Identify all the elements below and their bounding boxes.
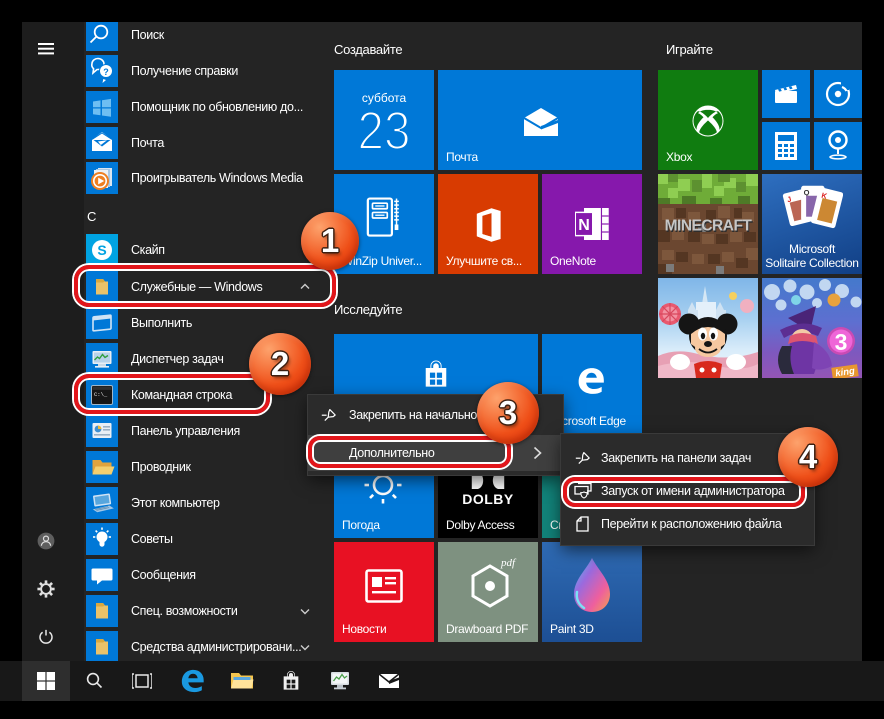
svg-text:king: king (835, 366, 856, 378)
svg-text:S: S (97, 242, 106, 258)
svg-text:3: 3 (835, 329, 848, 355)
svg-text:?: ? (103, 67, 109, 77)
svg-text:Q: Q (804, 188, 810, 197)
svg-text:MINECRAFT: MINECRAFT (665, 218, 753, 235)
svg-text:pdf: pdf (500, 558, 517, 569)
svg-text:N: N (578, 217, 590, 234)
